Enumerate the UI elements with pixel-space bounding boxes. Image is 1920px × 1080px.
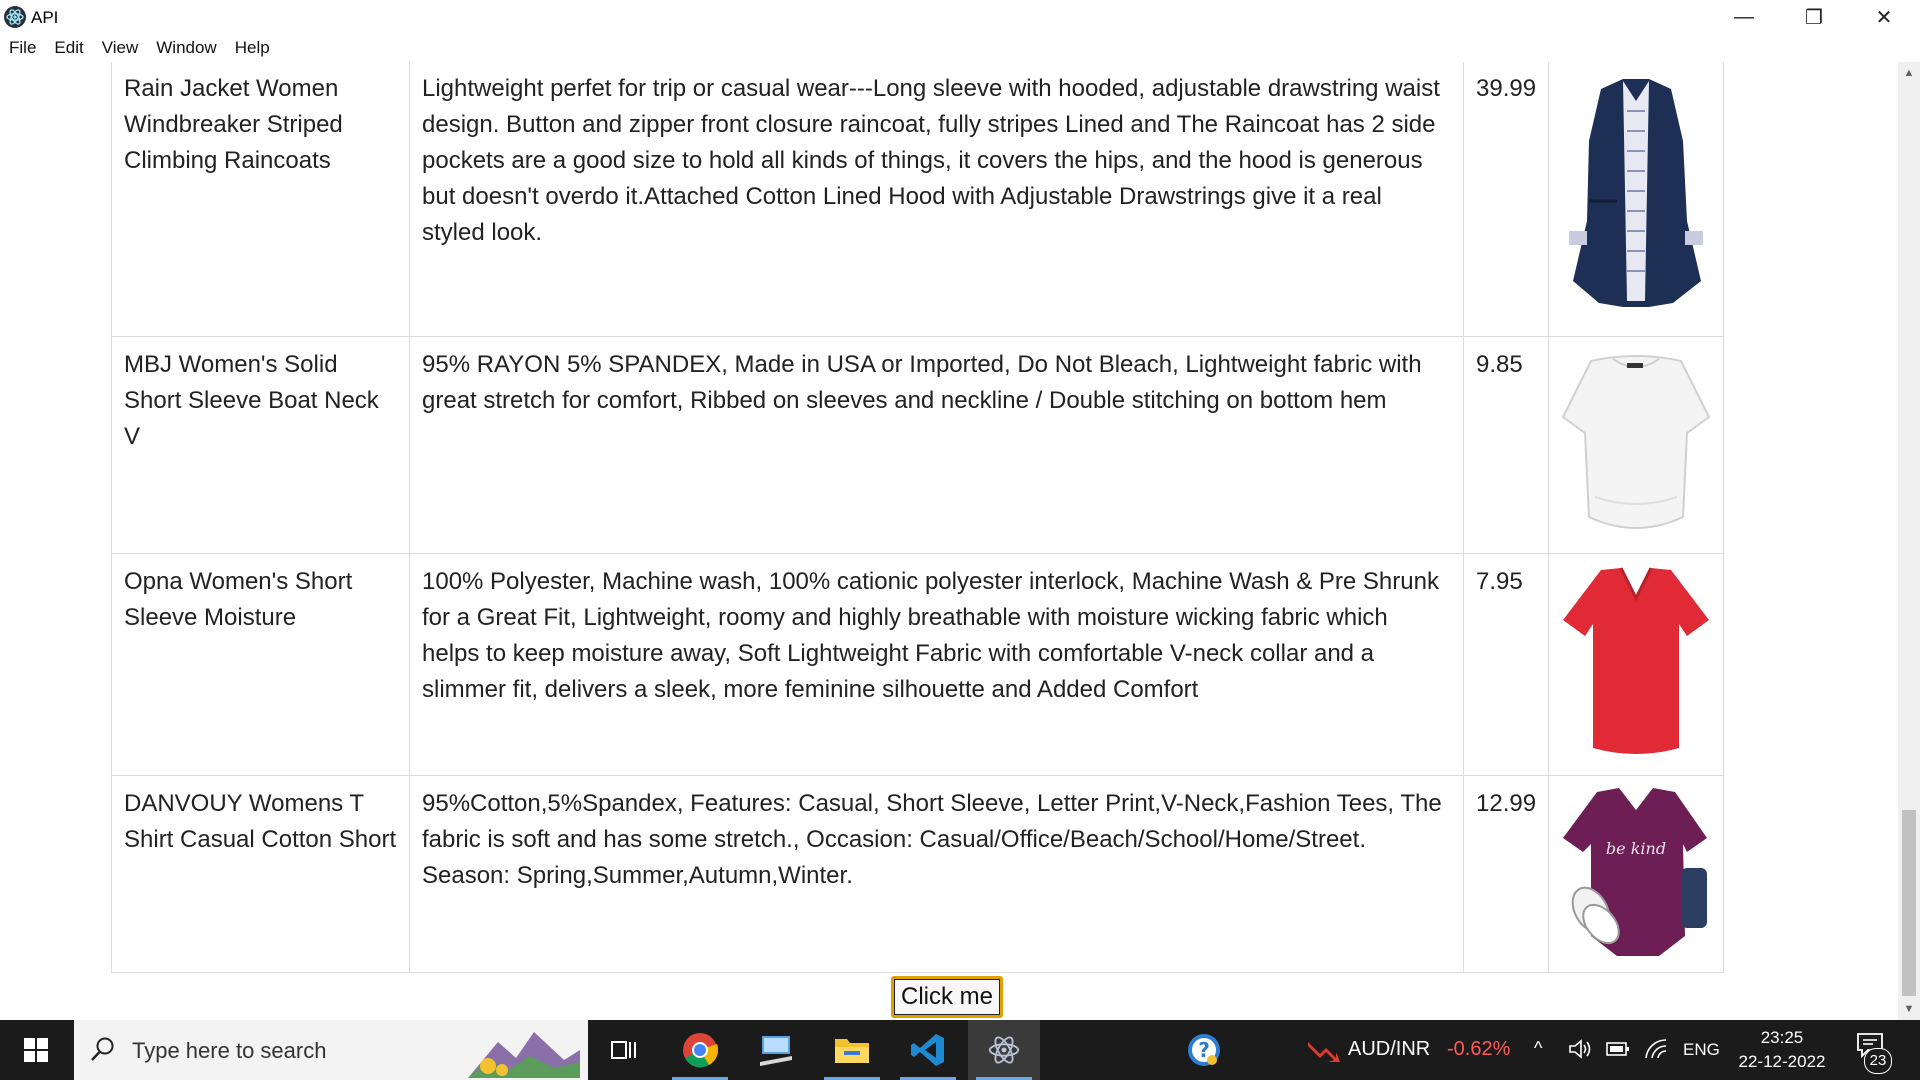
minimize-button[interactable]: — [1709,0,1779,34]
product-description: Lightweight perfet for trip or casual we… [409,62,1464,337]
product-image-cell: be kind [1548,775,1725,973]
taskbar: Type here to search ? AUD/INR -0.62% ^ E… [0,1020,1920,1080]
taskbar-search-box[interactable]: Type here to search [74,1020,588,1080]
scroll-thumb[interactable] [1902,810,1916,996]
product-name: DANVOUY Womens T Shirt Casual Cotton Sho… [111,775,410,973]
menu-window[interactable]: Window [147,38,225,58]
scroll-up-icon[interactable]: ▲ [1898,62,1920,84]
taskbar-electron-app[interactable] [968,1020,1040,1080]
menu-view[interactable]: View [93,38,148,58]
battery-icon[interactable] [1606,1040,1630,1058]
electron-app-icon [4,6,26,28]
close-icon: ✕ [1875,6,1893,29]
menu-bar: File Edit View Window Help [0,34,1900,62]
taskbar-chrome[interactable] [664,1020,736,1080]
product-description: 95%Cotton,5%Spandex, Features: Casual, S… [409,775,1464,973]
taskbar-vscode[interactable] [892,1020,964,1080]
products-table: Rain Jacket Women Windbreaker Striped Cl… [111,62,1725,973]
content-area: Rain Jacket Women Windbreaker Striped Cl… [0,62,1898,1020]
stock-ticker-change[interactable]: -0.62% [1447,1038,1510,1061]
product-name: Rain Jacket Women Windbreaker Striped Cl… [111,62,410,337]
title-bar: API — ❐ ✕ [0,0,1920,34]
search-highlight-art-icon [468,1032,580,1078]
product-description: 95% RAYON 5% SPANDEX, Made in USA or Imp… [409,336,1464,554]
table-row: DANVOUY Womens T Shirt Casual Cotton Sho… [111,775,1725,973]
clock-date: 22-12-2022 [1738,1052,1826,1071]
remote-desktop-icon [760,1036,792,1066]
folder-icon [835,1039,869,1063]
volume-icon[interactable] [1568,1038,1592,1060]
product-image-cell [1548,336,1725,554]
minimize-icon: — [1734,5,1754,28]
click-me-button[interactable]: Click me [891,976,1003,1018]
product-name: Opna Women's Short Sleeve Moisture [111,553,410,776]
menu-file[interactable]: File [0,38,45,58]
search-placeholder: Type here to search [132,1038,327,1063]
restore-icon: ❐ [1805,6,1823,29]
clock[interactable]: 23:25 22-12-2022 [1734,1026,1830,1074]
purple-tshirt-image: be kind [1563,788,1708,956]
product-price: 7.95 [1462,553,1550,776]
vertical-scrollbar[interactable]: ▲ ▼ [1898,62,1920,1020]
stock-trend-icon [1308,1042,1340,1062]
menu-edit[interactable]: Edit [45,38,92,58]
start-button[interactable] [0,1020,72,1080]
task-view-icon [611,1041,636,1059]
table-row: MBJ Women's Solid Short Sleeve Boat Neck… [111,336,1725,554]
taskbar-remote-desktop[interactable] [740,1020,812,1080]
notification-count-badge: 23 [1864,1048,1892,1074]
task-view-button[interactable] [588,1020,660,1080]
table-row: Rain Jacket Women Windbreaker Striped Cl… [111,62,1725,337]
menu-help[interactable]: Help [226,38,279,58]
show-hidden-icons-icon[interactable]: ^ [1534,1038,1542,1059]
red-tshirt-image [1563,567,1710,754]
product-image-cell [1548,62,1725,337]
close-button[interactable]: ✕ [1849,0,1919,34]
product-price: 39.99 [1462,62,1550,337]
search-icon [91,1037,114,1061]
maximize-button[interactable]: ❐ [1779,0,1849,34]
product-price: 9.85 [1462,336,1550,554]
product-description: 100% Polyester, Machine wash, 100% catio… [409,553,1464,776]
white-tshirt-image [1561,355,1711,529]
chrome-icon [683,1033,718,1068]
shirt-print-text: be kind [1606,839,1666,858]
navy-raincoat-image [1569,79,1704,307]
scroll-down-icon[interactable]: ▼ [1898,998,1920,1020]
window-title: API [31,8,59,27]
taskbar-help[interactable]: ? [1168,1020,1240,1080]
product-price: 12.99 [1462,775,1550,973]
electron-icon [988,1036,1020,1064]
product-image-cell [1548,553,1725,776]
language-indicator[interactable]: ENG [1683,1040,1720,1060]
windows-logo-icon [24,1038,48,1062]
clock-time: 23:25 [1760,1028,1804,1047]
help-icon: ? [1188,1034,1220,1066]
vscode-icon [911,1034,944,1066]
taskbar-file-explorer[interactable] [816,1020,888,1080]
table-row: Opna Women's Short Sleeve Moisture 100% … [111,553,1725,776]
stock-ticker-label[interactable]: AUD/INR [1348,1038,1430,1061]
product-name: MBJ Women's Solid Short Sleeve Boat Neck… [111,336,410,554]
wifi-icon[interactable] [1644,1038,1668,1060]
